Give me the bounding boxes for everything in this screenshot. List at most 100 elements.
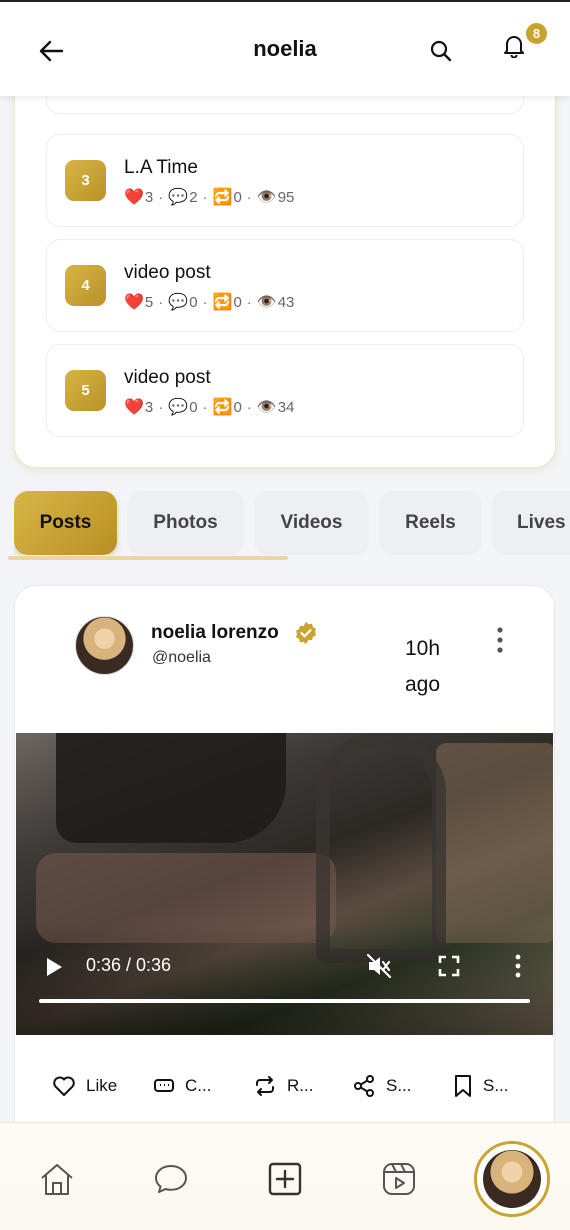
repost-button[interactable]: R...	[253, 1066, 313, 1106]
separator: ·	[158, 398, 164, 416]
comment-label: C...	[185, 1076, 212, 1095]
video-more-icon[interactable]	[513, 953, 523, 979]
video-time: 0:36 / 0:36	[86, 955, 172, 975]
add-square-icon	[268, 1162, 302, 1196]
video-player[interactable]: 0:36 / 0:36	[16, 733, 553, 1035]
repost-icon: 🔁	[212, 189, 233, 206]
likes-count: 3	[144, 188, 154, 206]
comment-icon: 💬	[168, 189, 189, 206]
likes-count: 5	[144, 293, 154, 311]
repost-icon: 🔁	[212, 294, 233, 311]
video-progress-bar[interactable]	[39, 999, 530, 1003]
rank-badge: 5	[65, 370, 106, 411]
comment-button[interactable]: C...	[153, 1066, 211, 1106]
tab-lives[interactable]: Lives	[492, 491, 570, 555]
play-icon[interactable]	[45, 957, 63, 977]
comment-icon: 💬	[168, 294, 189, 311]
top-post-item-5[interactable]: 5 video post ❤️ 3 · 💬 0 · 🔁 0 · 👁️ 34	[46, 344, 524, 437]
separator: ·	[246, 398, 252, 416]
repost-label: R...	[287, 1076, 314, 1095]
home-icon	[41, 1164, 73, 1195]
bell-icon	[504, 36, 524, 58]
separator: ·	[202, 398, 208, 416]
top-post-item-3[interactable]: 3 L.A Time ❤️ 3 · 💬 2 · 🔁 0 · 👁️ 95	[46, 134, 524, 227]
separator: ·	[158, 188, 164, 206]
post-card: noelia lorenzo @noelia 10h ago 0:36 / 0:…	[14, 585, 555, 1185]
bookmark-icon	[455, 1075, 471, 1097]
tab-videos[interactable]: Videos	[254, 491, 369, 555]
search-button[interactable]	[427, 37, 455, 65]
top-post-stats: ❤️ 5 · 💬 0 · 🔁 0 · 👁️ 43	[124, 292, 294, 312]
chat-bubble-icon	[155, 1165, 187, 1193]
tab-photos[interactable]: Photos	[127, 491, 244, 555]
separator: ·	[158, 293, 164, 311]
top-post-stats: ❤️ 3 · 💬 2 · 🔁 0 · 👁️ 95	[124, 187, 294, 207]
top-post-title: L.A Time	[124, 157, 198, 178]
video-controls-shade	[16, 925, 553, 1035]
separator: ·	[246, 293, 252, 311]
video-frame	[56, 733, 286, 843]
avatar[interactable]	[75, 616, 134, 675]
fullscreen-icon[interactable]	[438, 955, 460, 977]
muted-icon[interactable]	[366, 953, 392, 979]
heart-icon: ❤️	[124, 294, 144, 311]
save-button[interactable]: S...	[453, 1066, 509, 1106]
page-title: noelia	[253, 36, 317, 61]
post-time: 10h ago	[405, 637, 441, 696]
author-handle[interactable]: @noelia	[152, 649, 211, 667]
nav-profile[interactable]	[474, 1141, 550, 1217]
reposts-count: 0	[233, 293, 242, 311]
repost-icon	[256, 1076, 274, 1096]
views-count: 95	[277, 188, 295, 206]
save-label: S...	[483, 1076, 509, 1095]
repost-icon: 🔁	[212, 399, 233, 416]
comments-count: 2	[189, 188, 198, 206]
reposts-count: 0	[233, 398, 242, 416]
post-actions: Like C... R... S... S...	[15, 1066, 554, 1106]
video-frame	[436, 743, 553, 943]
tab-reels[interactable]: Reels	[379, 491, 482, 555]
heart-icon: ❤️	[124, 189, 144, 206]
share-label: S...	[386, 1076, 412, 1095]
reels-icon	[383, 1163, 415, 1195]
eye-icon: 👁️	[256, 399, 277, 416]
heart-outline-icon	[53, 1076, 75, 1096]
views-count: 34	[277, 398, 295, 416]
top-post-stats: ❤️ 3 · 💬 0 · 🔁 0 · 👁️ 34	[124, 397, 294, 417]
top-post-item-4[interactable]: 4 video post ❤️ 5 · 💬 0 · 🔁 0 · 👁️ 43	[46, 239, 524, 332]
comment-icon	[154, 1079, 174, 1092]
likes-count: 3	[144, 398, 154, 416]
nav-reels[interactable]	[379, 1159, 419, 1199]
share-icon	[354, 1075, 374, 1097]
profile-tabs: Posts Photos Videos Reels Lives	[14, 491, 570, 555]
comment-icon: 💬	[168, 399, 189, 416]
like-button[interactable]: Like	[52, 1066, 117, 1106]
share-button[interactable]: S...	[352, 1066, 412, 1106]
top-post-title: video post	[124, 367, 211, 388]
eye-icon: 👁️	[256, 189, 277, 206]
rank-badge: 4	[65, 265, 106, 306]
author-name[interactable]: noelia lorenzo	[151, 622, 279, 644]
rank-badge: 3	[65, 160, 106, 201]
eye-icon: 👁️	[256, 294, 277, 311]
more-options-icon[interactable]	[493, 626, 507, 654]
verified-badge-icon	[296, 622, 316, 644]
nav-home[interactable]	[37, 1159, 77, 1199]
app-header: noelia 8	[0, 0, 570, 96]
reposts-count: 0	[233, 188, 242, 206]
views-count: 43	[277, 293, 295, 311]
notification-badge: 8	[524, 21, 549, 46]
search-icon	[430, 40, 452, 62]
top-post-title: video post	[124, 262, 211, 283]
comments-count: 0	[189, 398, 198, 416]
top-posts-card: 3 L.A Time ❤️ 3 · 💬 2 · 🔁 0 · 👁️ 95 4 video …	[14, 21, 556, 468]
nav-create[interactable]	[265, 1159, 305, 1199]
active-tab-indicator	[8, 556, 288, 560]
comments-count: 0	[189, 293, 198, 311]
separator: ·	[202, 293, 208, 311]
nav-messages[interactable]	[151, 1159, 191, 1199]
profile-avatar	[483, 1150, 541, 1208]
tab-posts[interactable]: Posts	[14, 491, 117, 555]
like-label: Like	[86, 1076, 118, 1095]
separator: ·	[202, 188, 208, 206]
